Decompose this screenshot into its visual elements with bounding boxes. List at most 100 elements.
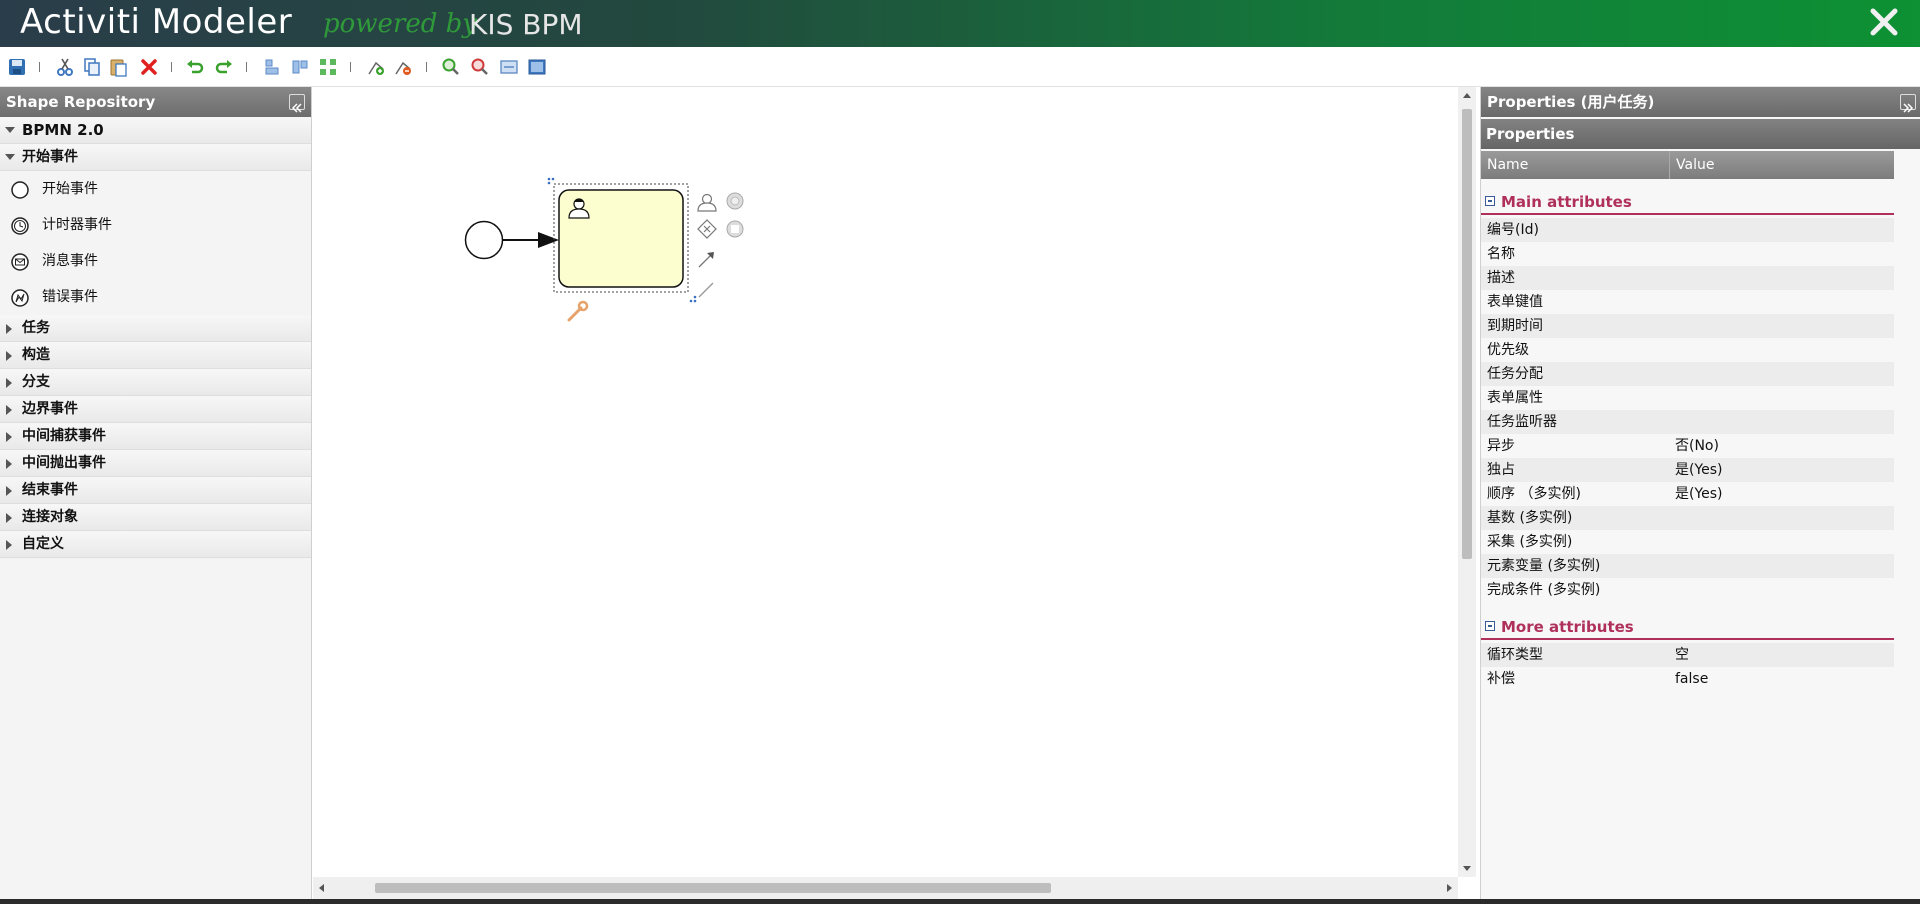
zoom-fit-icon[interactable]: [527, 57, 547, 77]
property-name: 基数 (多实例): [1487, 510, 1573, 526]
property-row-collection[interactable]: 采集 (多实例): [1481, 530, 1894, 554]
property-row-task-listeners[interactable]: 任务监听器: [1481, 410, 1894, 434]
category-connecting-objects[interactable]: 连接对象: [0, 504, 311, 531]
property-row-exclusive[interactable]: 独占 是(Yes): [1481, 458, 1894, 482]
undo-icon[interactable]: [185, 57, 205, 77]
collapse-group-icon[interactable]: [1485, 196, 1495, 206]
property-row-id[interactable]: 编号(Id): [1481, 218, 1894, 242]
zoom-in-icon[interactable]: [441, 57, 461, 77]
connect-line-icon[interactable]: [698, 282, 714, 298]
align-vertical-icon[interactable]: [262, 57, 282, 77]
brand-text: KIS BPM: [469, 8, 583, 41]
property-row-sequential[interactable]: 顺序 （多实例) 是(Yes): [1481, 482, 1894, 506]
diagram-canvas[interactable]: [313, 87, 1458, 899]
category-label: 自定义: [22, 536, 64, 552]
property-row-form-key[interactable]: 表单键值: [1481, 290, 1894, 314]
align-horizontal-icon[interactable]: [290, 57, 310, 77]
category-structural[interactable]: 构造: [0, 342, 311, 369]
horizontal-scroll-thumb[interactable]: [375, 883, 1051, 893]
zoom-actual-icon[interactable]: [499, 57, 519, 77]
property-row-assignment[interactable]: 任务分配: [1481, 362, 1894, 386]
category-end-events[interactable]: 结束事件: [0, 477, 311, 504]
save-icon[interactable]: [7, 57, 27, 77]
timer-event-icon: [11, 217, 29, 235]
name-column-header[interactable]: Name: [1487, 151, 1528, 179]
property-row-cardinality[interactable]: 基数 (多实例): [1481, 506, 1894, 530]
category-bpmn-root[interactable]: BPMN 2.0: [0, 117, 311, 144]
copy-icon[interactable]: [82, 57, 102, 77]
zoom-out-icon[interactable]: [470, 57, 490, 77]
shape-repository-panel: Shape Repository BPMN 2.0 开始事件 开始事件 计时器事…: [0, 87, 312, 899]
collapse-group-icon[interactable]: [1485, 621, 1495, 631]
property-row-async[interactable]: 异步 否(No): [1481, 434, 1894, 458]
connect-arrow-icon[interactable]: [698, 252, 714, 268]
redo-icon[interactable]: [214, 57, 234, 77]
wrench-icon[interactable]: [567, 300, 589, 322]
collapse-right-icon[interactable]: [1900, 94, 1916, 113]
property-row-compensation[interactable]: 补偿 false: [1481, 667, 1894, 691]
add-end-event-icon[interactable]: [726, 192, 744, 210]
shape-label: 开始事件: [42, 181, 98, 197]
start-event-icon: [11, 181, 29, 199]
start-event-shape[interactable]: [464, 220, 504, 260]
toolbar-separator: [39, 62, 40, 72]
group-label: More attributes: [1501, 618, 1634, 636]
close-icon[interactable]: [1866, 4, 1902, 40]
more-attributes-group[interactable]: More attributes: [1481, 612, 1894, 640]
vertical-scroll-thumb[interactable]: [1462, 109, 1472, 559]
property-row-name[interactable]: 名称: [1481, 242, 1894, 266]
category-start-events[interactable]: 开始事件: [0, 144, 311, 171]
category-label: 连接对象: [22, 509, 78, 525]
toolbar-separator: [246, 62, 247, 72]
category-boundary-events[interactable]: 边界事件: [0, 396, 311, 423]
property-row-due-date[interactable]: 到期时间: [1481, 314, 1894, 338]
shape-error-event[interactable]: 错误事件: [0, 279, 311, 315]
horizontal-scrollbar[interactable]: [313, 877, 1458, 899]
align-size-icon[interactable]: [318, 57, 338, 77]
collapsed-triangle-icon: [6, 486, 12, 496]
property-row-completion-condition[interactable]: 完成条件 (多实例): [1481, 578, 1894, 602]
resize-handle-bottom-right-icon[interactable]: [689, 295, 697, 303]
property-row-priority[interactable]: 优先级: [1481, 338, 1894, 362]
property-value: 否(No): [1675, 438, 1719, 454]
shape-timer-event[interactable]: 计时器事件: [0, 207, 311, 243]
property-row-loop-type[interactable]: 循环类型 空: [1481, 643, 1894, 667]
category-tasks[interactable]: 任务: [0, 315, 311, 342]
shape-message-event[interactable]: 消息事件: [0, 243, 311, 279]
category-intermediate-throwing[interactable]: 中间抛出事件: [0, 450, 311, 477]
message-event-icon: [11, 253, 29, 271]
property-row-form-properties[interactable]: 表单属性: [1481, 386, 1894, 410]
property-row-element-variable[interactable]: 元素变量 (多实例): [1481, 554, 1894, 578]
collapsed-triangle-icon: [6, 432, 12, 442]
property-name: 到期时间: [1487, 318, 1543, 334]
cut-icon[interactable]: [55, 57, 75, 77]
remove-bendpoint-icon[interactable]: [393, 57, 413, 77]
collapsed-triangle-icon: [6, 405, 12, 415]
collapse-left-icon[interactable]: [289, 94, 305, 113]
scroll-left-icon[interactable]: [313, 877, 331, 899]
category-custom[interactable]: 自定义: [0, 531, 311, 558]
property-value: 是(Yes): [1675, 486, 1723, 502]
scroll-up-icon[interactable]: [1458, 87, 1476, 105]
category-gateways[interactable]: 分支: [0, 369, 311, 396]
delete-icon[interactable]: [139, 57, 159, 77]
collapsed-triangle-icon: [6, 459, 12, 469]
property-value: 是(Yes): [1675, 462, 1723, 478]
shape-start-event[interactable]: 开始事件: [0, 171, 311, 207]
paste-icon[interactable]: [108, 57, 128, 77]
property-row-description[interactable]: 描述: [1481, 266, 1894, 290]
add-gateway-icon[interactable]: [697, 219, 717, 239]
category-label: 分支: [22, 374, 50, 390]
value-column-header[interactable]: Value: [1669, 151, 1714, 179]
property-name: 名称: [1487, 246, 1515, 262]
scroll-down-icon[interactable]: [1458, 859, 1476, 877]
sequence-flow[interactable]: [503, 232, 559, 248]
category-intermediate-catching[interactable]: 中间捕获事件: [0, 423, 311, 450]
resize-handle-top-left-icon[interactable]: [547, 177, 555, 185]
main-attributes-group[interactable]: Main attributes: [1481, 187, 1894, 215]
add-bendpoint-icon[interactable]: [366, 57, 386, 77]
vertical-scrollbar[interactable]: [1458, 87, 1476, 877]
add-user-task-icon[interactable]: [697, 193, 717, 212]
scroll-right-icon[interactable]: [1440, 877, 1458, 899]
add-stop-event-icon[interactable]: [726, 220, 744, 238]
